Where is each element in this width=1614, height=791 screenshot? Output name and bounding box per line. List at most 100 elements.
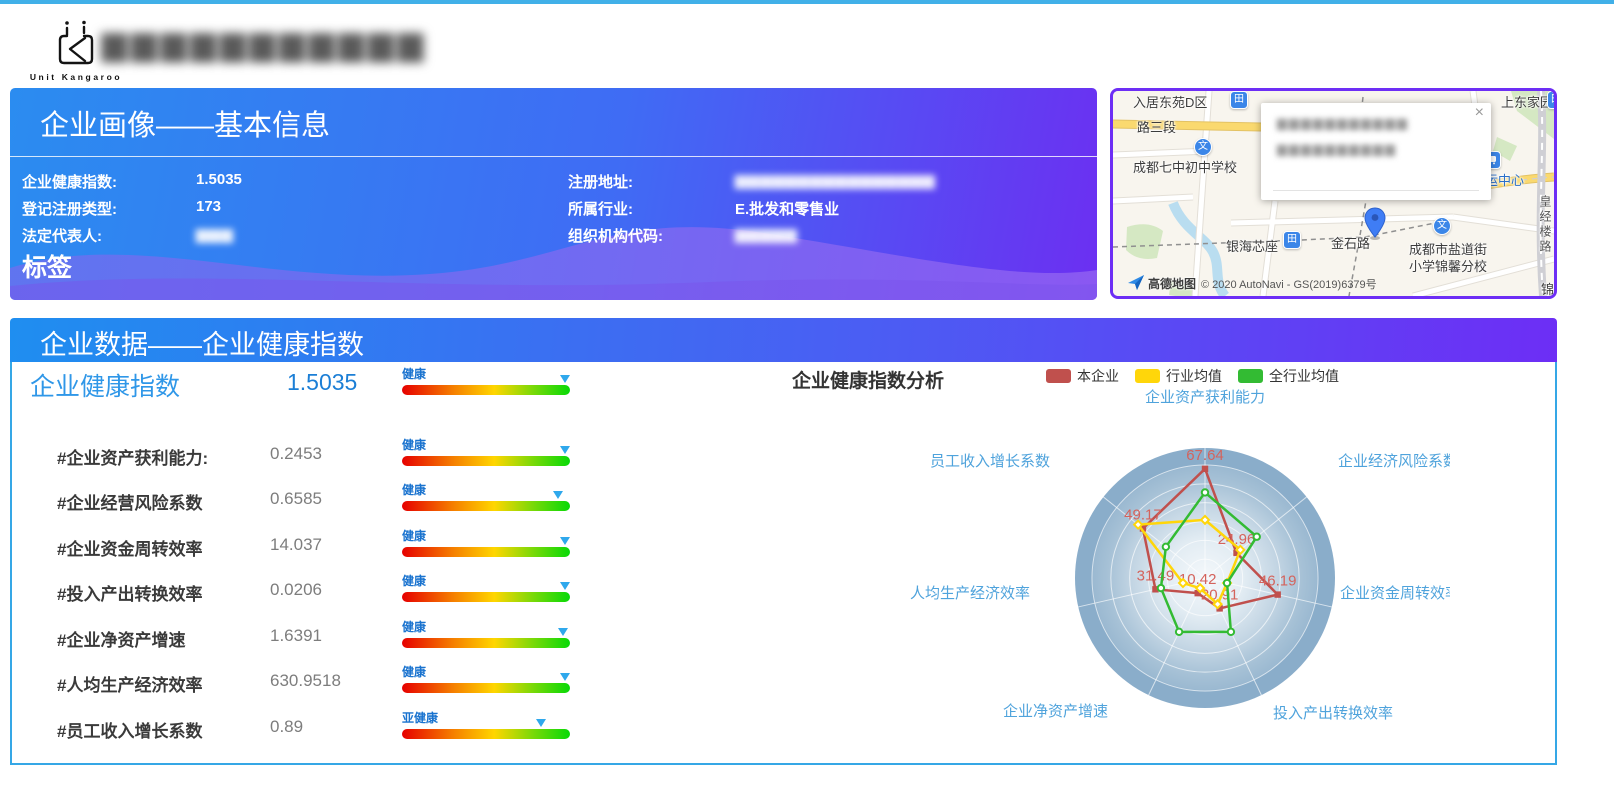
metric-value: 630.9518	[270, 671, 341, 691]
field-label: 组织机构代码:	[568, 225, 663, 246]
metric-row: #企业资产获利能力:0.2453健康	[12, 434, 632, 478]
marker-triangle-icon	[560, 582, 570, 590]
field-label: 企业健康指数:	[22, 171, 117, 192]
popup-line2-redacted: ▆▆▆▆▆▆▆▆▆▆	[1277, 141, 1397, 157]
field-value: 1.5035	[196, 171, 242, 188]
map-label-road-vertical: 皇经楼路	[1537, 195, 1554, 255]
radar-chart: 67.6424.9646.1920.9110.4231.4949.17企业资产获…	[890, 386, 1450, 738]
map-label-district: 入居东苑D区	[1133, 92, 1207, 111]
health-status-label: 健康	[402, 436, 426, 453]
metric-label: 企业健康指数	[30, 367, 180, 403]
metric-row: #企业资金周转效率14.037健康	[12, 525, 632, 569]
divider	[10, 156, 1097, 157]
metric-value: 0.89	[270, 717, 303, 737]
svg-text:31.49: 31.49	[1137, 567, 1175, 584]
metric-row: #企业净资产增速 1.6391 健康	[12, 616, 632, 660]
metric-row: #投入产出转换效率0.0206健康	[12, 570, 632, 614]
metric-label: #投入产出转换效率	[57, 580, 202, 605]
health-gradient-bar: 健康	[402, 616, 570, 656]
health-status-label: 健康	[402, 481, 426, 498]
field-label: 登记注册类型:	[22, 198, 117, 219]
amap-logo-text: 高德地图	[1148, 275, 1196, 292]
metric-label: #人均生产经济效率	[57, 671, 202, 696]
map-canvas[interactable]: 入居东苑D区 田 路三段 文 成都七中初中学校 上东家园 田 成东客运中心 银海…	[1113, 91, 1554, 296]
field-label: 法定代表人:	[22, 225, 102, 246]
company-name-redacted: ▆▆▆▆▆▆▆▆▆▆▆	[102, 24, 428, 62]
map-label-building: 银海芯座	[1226, 236, 1278, 255]
radar-axis-label: 人均生产经济效率	[910, 585, 1030, 602]
svg-text:67.64: 67.64	[1186, 447, 1224, 464]
health-status-label: 亚健康	[402, 709, 438, 726]
map-label-district2: 上东家园	[1501, 92, 1553, 111]
top-accent-bar	[0, 0, 1614, 4]
health-gradient-bar: 健康	[402, 434, 570, 474]
marker-triangle-icon	[560, 446, 570, 454]
school-icon: 文	[1194, 138, 1212, 156]
map-attribution: 高德地图 © 2020 AutoNavi - GS(2019)6379号	[1127, 273, 1377, 294]
popup-close-icon[interactable]: ×	[1475, 104, 1484, 122]
marker-triangle-icon	[560, 673, 570, 681]
health-panel-body: 企业健康指数1.5035健康#企业资产获利能力:0.2453健康#企业经营风险系…	[10, 362, 1557, 765]
legend-item[interactable]: 全行业均值	[1238, 366, 1339, 386]
radar-axis-label: 投入产出转换效率	[1273, 705, 1393, 722]
legend-label: 全行业均值	[1269, 366, 1339, 386]
svg-text:49.17: 49.17	[1124, 507, 1162, 524]
popup-line1-redacted: ▆▆▆▆▆▆▆▆▆▆▆	[1277, 115, 1409, 131]
gradient-track	[402, 501, 570, 511]
metric-value: 1.6391	[270, 626, 322, 646]
gradient-track	[402, 547, 570, 557]
field-value-redacted: ▆▆▆▆▆▆▆▆▆▆▆▆▆▆▆▆	[735, 171, 936, 189]
map-label-edge: 锦	[1541, 279, 1554, 298]
metric-value: 1.5035	[287, 369, 357, 396]
location-pin[interactable]	[1363, 207, 1387, 246]
health-status-label: 健康	[402, 527, 426, 544]
legend-swatch	[1046, 369, 1071, 383]
metric-label: #企业净资产增速	[57, 626, 185, 651]
legend-swatch	[1238, 369, 1263, 383]
gradient-track	[402, 683, 570, 693]
health-gradient-bar: 健康	[402, 479, 570, 519]
map-copyright: © 2020 AutoNavi - GS(2019)6379号	[1201, 276, 1377, 292]
field-value-redacted: ▆▆▆	[196, 225, 234, 243]
health-gradient-bar: 健康	[402, 363, 570, 403]
metric-value: 0.6585	[270, 489, 322, 509]
legend-swatch	[1135, 369, 1160, 383]
health-status-label: 健康	[402, 663, 426, 680]
map-label-school1: 成都七中初中学校	[1133, 157, 1237, 176]
map-label-school2-line2: 小学锦馨分校	[1409, 256, 1487, 275]
marker-triangle-icon	[536, 719, 546, 727]
legend-label: 本企业	[1077, 366, 1119, 386]
radar-axis-label: 企业经济风险系数	[1338, 452, 1450, 470]
metric-row: #人均生产经济效率 630.9518 健康	[12, 661, 632, 705]
field-label: 注册地址:	[568, 171, 633, 192]
gradient-track	[402, 729, 570, 739]
field-value-redacted: ▆▆▆▆▆	[735, 225, 798, 243]
svg-text:46.19: 46.19	[1259, 573, 1297, 590]
health-status-label: 健康	[402, 365, 426, 382]
company-location-map[interactable]: 入居东苑D区 田 路三段 文 成都七中初中学校 上东家园 田 成东客运中心 银海…	[1110, 88, 1557, 299]
kangaroo-logo-icon	[53, 53, 99, 70]
field-value: E.批发和零售业	[735, 198, 839, 219]
building-icon: 田	[1230, 91, 1248, 109]
gradient-track	[402, 385, 570, 395]
radar-axis-label: 员工收入增长系数	[930, 453, 1050, 470]
health-panel-header: 企业数据——企业健康指数	[10, 318, 1557, 362]
radar-axis-label: 企业净资产增速	[1003, 702, 1108, 720]
map-label-road-section: 路三段	[1137, 117, 1176, 136]
field-label: 所属行业:	[568, 198, 633, 219]
popup-divider	[1273, 190, 1479, 191]
autonavi-logo-icon	[1127, 273, 1145, 294]
health-gradient-bar: 亚健康	[402, 707, 570, 747]
gradient-track	[402, 456, 570, 466]
map-info-popup: × ▆▆▆▆▆▆▆▆▆▆▆ ▆▆▆▆▆▆▆▆▆▆	[1261, 103, 1491, 200]
metric-label: #企业经营风险系数	[57, 489, 202, 514]
health-gradient-bar: 健康	[402, 525, 570, 565]
legend-item[interactable]: 行业均值	[1135, 366, 1222, 386]
basic-info-panel: 企业画像——基本信息 企业健康指数:1.5035登记注册类型:173法定代表人:…	[10, 88, 1097, 300]
gradient-track	[402, 592, 570, 602]
metric-row: #企业经营风险系数 0.6585 健康	[12, 479, 632, 523]
health-gradient-bar: 健康	[402, 570, 570, 610]
legend-item[interactable]: 本企业	[1046, 366, 1119, 386]
metric-label: #员工收入增长系数	[57, 717, 202, 742]
marker-triangle-icon	[553, 491, 563, 499]
